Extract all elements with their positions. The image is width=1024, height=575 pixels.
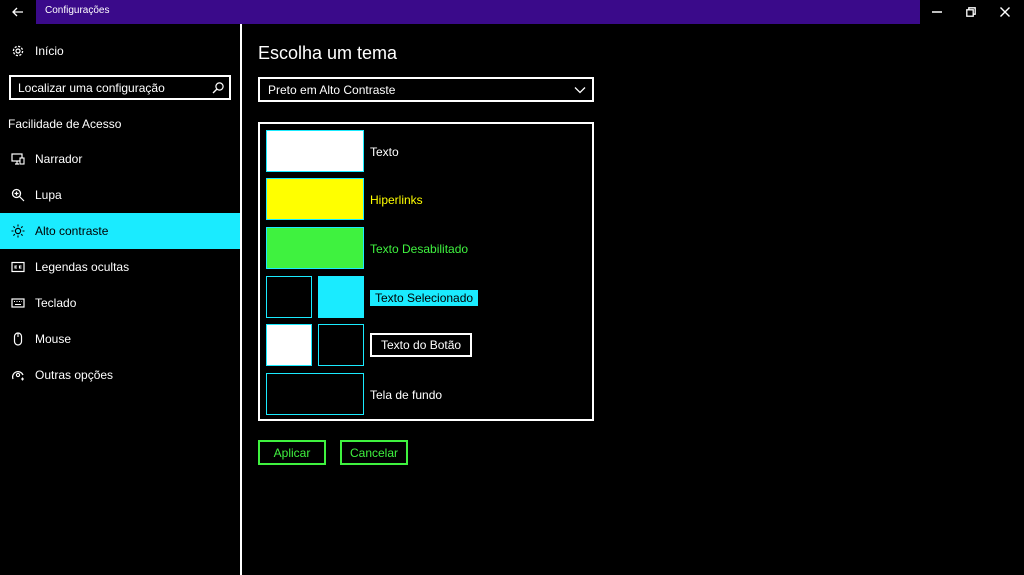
sidebar-item-narrador[interactable]: Narrador	[0, 141, 240, 177]
selected-text-bg-swatch[interactable]	[318, 276, 364, 318]
mouse-icon	[0, 321, 35, 357]
search-input[interactable]: Localizar uma configuração	[18, 81, 165, 95]
sidebar-item-label: Alto contraste	[35, 224, 109, 238]
hyperlink-color-swatch[interactable]	[266, 178, 364, 220]
theme-dropdown-value: Preto em Alto Contraste	[268, 83, 396, 97]
sidebar-item-label: Outras opções	[35, 368, 114, 382]
minimize-button[interactable]	[920, 0, 954, 24]
disabled-text-color-label: Texto Desabilitado	[370, 242, 469, 256]
sidebar-item-outras-opcoes[interactable]: Outras opções	[0, 357, 240, 393]
sidebar-item-teclado[interactable]: Teclado	[0, 285, 240, 321]
cancel-button[interactable]: Cancelar	[340, 440, 408, 465]
sidebar-item-label: Teclado	[35, 296, 77, 310]
button-text-bg-swatch[interactable]	[318, 324, 364, 366]
theme-preview-panel: Texto Hiperlinks Texto Desabilitado Text…	[258, 122, 594, 421]
selected-text-label: Texto Selecionado	[370, 290, 479, 306]
back-button[interactable]	[0, 0, 36, 24]
sidebar-item-label: Início	[35, 44, 64, 58]
search-icon[interactable]	[211, 81, 225, 95]
background-color-swatch[interactable]	[266, 373, 364, 415]
sidebar-item-mouse[interactable]: Mouse	[0, 321, 240, 357]
apply-button[interactable]: Aplicar	[258, 440, 326, 465]
page-title: Escolha um tema	[258, 43, 398, 63]
sidebar-item-label: Legendas ocultas	[35, 260, 130, 274]
closed-captions-icon	[0, 249, 35, 285]
window-title: Configurações	[45, 5, 110, 16]
sidebar-item-label: Narrador	[35, 152, 83, 166]
text-color-swatch[interactable]	[266, 130, 364, 172]
back-arrow-icon	[12, 7, 23, 17]
sidebar-item-lupa[interactable]: Lupa	[0, 177, 240, 213]
monitor-speaker-icon	[0, 141, 35, 177]
restore-button[interactable]	[954, 0, 988, 24]
minimize-icon	[932, 11, 942, 13]
other-options-icon	[0, 357, 35, 393]
sidebar-item-alto-contraste[interactable]: Alto contraste	[0, 213, 240, 249]
section-label: Facilidade de Acesso	[8, 117, 122, 131]
close-button[interactable]	[988, 0, 1022, 24]
button-text-label: Texto do Botão	[370, 333, 473, 357]
brightness-icon	[0, 213, 35, 249]
sidebar-item-home[interactable]: Início	[0, 33, 240, 69]
button-text-fg-swatch[interactable]	[266, 324, 312, 366]
background-color-label: Tela de fundo	[370, 388, 443, 402]
gear-icon	[0, 33, 35, 69]
sidebar-item-legendas-ocultas[interactable]: Legendas ocultas	[0, 249, 240, 285]
title-area: Configurações	[36, 0, 920, 24]
sidebar-divider	[240, 24, 242, 575]
restore-icon	[966, 7, 976, 17]
sidebar-item-label: Lupa	[35, 188, 62, 202]
close-icon	[1000, 7, 1010, 17]
keyboard-icon	[0, 285, 35, 321]
selected-text-fg-swatch[interactable]	[266, 276, 312, 318]
sidebar-item-label: Mouse	[35, 332, 72, 346]
text-color-label: Texto	[370, 145, 399, 159]
chevron-down-icon	[574, 87, 586, 94]
theme-dropdown[interactable]: Preto em Alto Contraste	[258, 77, 594, 102]
hyperlink-color-label: Hiperlinks	[370, 193, 423, 207]
title-bar: Configurações	[0, 0, 1024, 24]
search-box[interactable]: Localizar uma configuração	[9, 75, 231, 100]
disabled-text-color-swatch[interactable]	[266, 227, 364, 269]
magnifier-icon	[0, 177, 35, 213]
